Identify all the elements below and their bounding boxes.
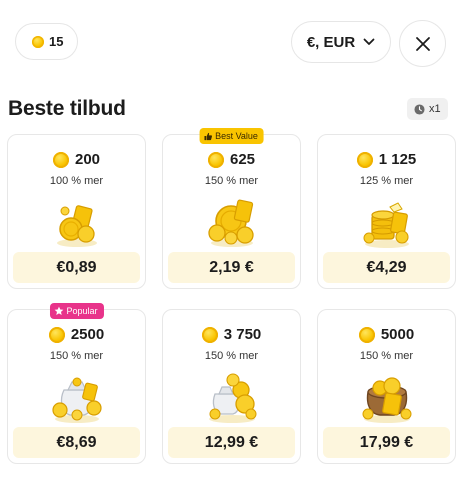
offer-amount: 1 125 <box>378 151 417 168</box>
coin-shop-dialog: 15 €, EUR Beste tilbud x1 200 100 % mer <box>0 0 469 494</box>
offer-amount: 200 <box>74 151 101 168</box>
popular-badge-label: Popular <box>66 306 98 316</box>
close-icon <box>415 36 430 51</box>
offer-amount: 625 <box>229 151 256 168</box>
offer-price-button[interactable]: €4,29 <box>323 252 450 283</box>
offer-amount: 2500 <box>70 326 105 343</box>
coin-bag-icon <box>52 377 102 423</box>
close-button[interactable] <box>399 20 446 67</box>
offer-multiplier-badge: x1 <box>407 98 448 120</box>
offer-amount: 3 750 <box>223 326 262 343</box>
coin-balance: 15 <box>15 23 79 60</box>
best-value-badge-label: Best Value <box>215 131 258 141</box>
coin-icon <box>48 326 65 343</box>
currency-select[interactable]: €, EUR <box>291 21 391 63</box>
clock-icon <box>414 103 425 115</box>
coin-icon <box>356 151 373 168</box>
coin-icon <box>207 151 224 168</box>
offer-bonus: 125 % mer <box>359 175 414 187</box>
offer-bonus: 150 % mer <box>204 350 259 362</box>
offer-card-625[interactable]: Best Value 625 150 % mer 2,19 € <box>162 128 301 289</box>
section-title: Beste tilbud <box>8 97 126 120</box>
coin-balance-value: 15 <box>49 34 64 49</box>
currency-select-label: €, EUR <box>306 33 356 51</box>
coin-bag-pile-icon <box>209 373 257 423</box>
offer-price-button[interactable]: €8,69 <box>13 427 140 458</box>
offer-card-1125[interactable]: 1 125 125 % mer €4,29 <box>317 134 456 289</box>
best-value-badge: Best Value <box>199 128 264 144</box>
coin-icon <box>201 326 218 343</box>
offer-card-200[interactable]: 200 100 % mer €0,89 <box>7 134 146 289</box>
coin-icon <box>32 35 44 48</box>
coin-tower-icon <box>363 202 409 248</box>
coin-pile-small-icon <box>57 205 97 247</box>
offer-bonus: 150 % mer <box>204 175 259 187</box>
popular-badge: Popular <box>49 303 104 319</box>
offer-bonus: 100 % mer <box>49 175 104 187</box>
star-icon <box>54 306 63 315</box>
offer-amount: 5000 <box>380 326 415 343</box>
offer-card-3750[interactable]: 3 750 150 % mer 12,99 € <box>162 309 301 464</box>
chevron-down-icon <box>363 38 375 45</box>
offer-price-button[interactable]: 17,99 € <box>323 427 450 458</box>
treasure-pot-icon <box>362 377 412 423</box>
offer-price-button[interactable]: 12,99 € <box>168 427 295 458</box>
offer-price-button[interactable]: €0,89 <box>13 252 140 283</box>
coin-icon <box>358 326 375 343</box>
offer-price-button[interactable]: 2,19 € <box>168 252 295 283</box>
thumbs-up-icon <box>203 132 212 140</box>
coin-icon <box>52 151 69 168</box>
offer-card-5000[interactable]: 5000 150 % mer 17,99 € <box>317 309 456 464</box>
offer-multiplier-value: x1 <box>429 103 441 115</box>
offer-card-2500[interactable]: Popular 2500 150 % mer €8,69 <box>7 303 146 464</box>
offer-bonus: 150 % mer <box>359 350 414 362</box>
offer-bonus: 150 % mer <box>49 350 104 362</box>
coin-stack-icon <box>208 199 254 247</box>
